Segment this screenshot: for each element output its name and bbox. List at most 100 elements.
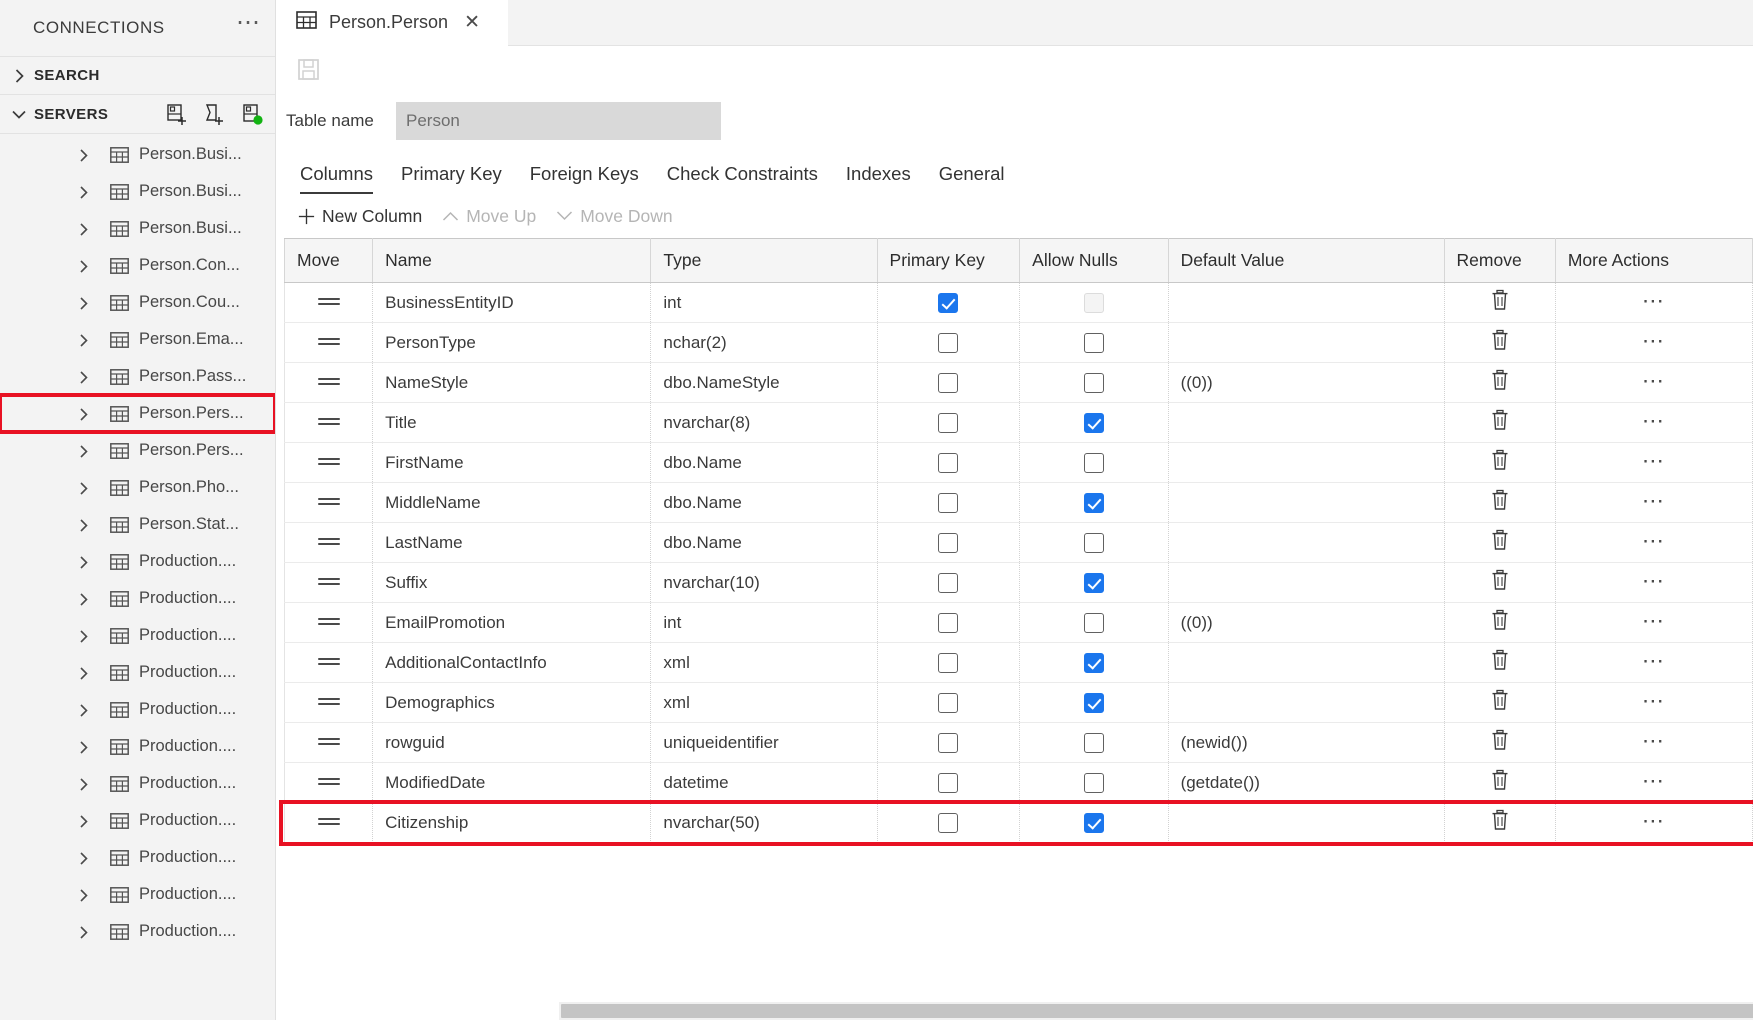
tab-columns[interactable]: Columns xyxy=(286,163,387,194)
tree-item-9[interactable]: Person.Pho... xyxy=(0,469,275,506)
cell-more-actions[interactable]: ⋯ xyxy=(1555,363,1752,403)
cell-type[interactable]: nchar(2) xyxy=(651,323,877,363)
cell-remove[interactable] xyxy=(1444,603,1555,643)
more-horizontal-icon[interactable]: ⋯ xyxy=(1642,337,1666,353)
trash-icon[interactable] xyxy=(1490,369,1510,396)
new-column-button[interactable]: New Column xyxy=(298,206,422,227)
cell-move[interactable] xyxy=(285,483,373,523)
tree-item-8[interactable]: Person.Pers... xyxy=(0,432,275,469)
allow-nulls-checkbox[interactable] xyxy=(1084,733,1104,753)
cell-default-value[interactable] xyxy=(1168,483,1444,523)
cell-type[interactable]: dbo.Name xyxy=(651,483,877,523)
cell-more-actions[interactable]: ⋯ xyxy=(1555,763,1752,803)
trash-icon[interactable] xyxy=(1490,569,1510,596)
cell-remove[interactable] xyxy=(1444,323,1555,363)
tree-item-3[interactable]: Person.Con... xyxy=(0,247,275,284)
cell-primary-key[interactable] xyxy=(877,523,1020,563)
cell-primary-key[interactable] xyxy=(877,443,1020,483)
allow-nulls-checkbox[interactable] xyxy=(1084,333,1104,353)
table-row[interactable]: Citizenshipnvarchar(50)⋯ xyxy=(285,803,1753,843)
drag-handle-icon[interactable] xyxy=(318,695,340,708)
cell-remove[interactable] xyxy=(1444,563,1555,603)
cell-type[interactable]: int xyxy=(651,283,877,323)
primary-key-checkbox[interactable] xyxy=(938,413,958,433)
cell-type[interactable]: datetime xyxy=(651,763,877,803)
tree-item-13[interactable]: Production.... xyxy=(0,617,275,654)
tree-item-5[interactable]: Person.Ema... xyxy=(0,321,275,358)
cell-default-value[interactable] xyxy=(1168,523,1444,563)
chevron-right-icon[interactable] xyxy=(78,185,92,199)
trash-icon[interactable] xyxy=(1490,809,1510,836)
drag-handle-icon[interactable] xyxy=(318,615,340,628)
table-name-input[interactable] xyxy=(396,102,721,140)
trash-icon[interactable] xyxy=(1490,409,1510,436)
cell-allow-nulls[interactable] xyxy=(1020,443,1168,483)
cell-allow-nulls[interactable] xyxy=(1020,363,1168,403)
cell-name[interactable]: Demographics xyxy=(373,683,651,723)
chevron-right-icon[interactable] xyxy=(78,629,92,643)
primary-key-checkbox[interactable] xyxy=(938,653,958,673)
more-horizontal-icon[interactable]: ⋯ xyxy=(236,18,261,38)
chevron-right-icon[interactable] xyxy=(78,259,92,273)
cell-type[interactable]: nvarchar(10) xyxy=(651,563,877,603)
cell-name[interactable]: NameStyle xyxy=(373,363,651,403)
chevron-right-icon[interactable] xyxy=(78,851,92,865)
cell-default-value[interactable] xyxy=(1168,563,1444,603)
tree-item-17[interactable]: Production.... xyxy=(0,765,275,802)
cell-move[interactable] xyxy=(285,443,373,483)
allow-nulls-checkbox[interactable] xyxy=(1084,533,1104,553)
tree-item-20[interactable]: Production.... xyxy=(0,876,275,913)
tree-item-19[interactable]: Production.... xyxy=(0,839,275,876)
allow-nulls-checkbox[interactable] xyxy=(1084,813,1104,833)
chevron-right-icon[interactable] xyxy=(78,555,92,569)
cell-name[interactable]: EmailPromotion xyxy=(373,603,651,643)
tab-general[interactable]: General xyxy=(925,163,1019,194)
table-row[interactable]: AdditionalContactInfoxml⋯ xyxy=(285,643,1753,683)
chevron-right-icon[interactable] xyxy=(78,518,92,532)
drag-handle-icon[interactable] xyxy=(318,415,340,428)
cell-move[interactable] xyxy=(285,683,373,723)
cell-more-actions[interactable]: ⋯ xyxy=(1555,323,1752,363)
cell-move[interactable] xyxy=(285,803,373,843)
tree-item-2[interactable]: Person.Busi... xyxy=(0,210,275,247)
cell-name[interactable]: rowguid xyxy=(373,723,651,763)
cell-name[interactable]: BusinessEntityID xyxy=(373,283,651,323)
tab-person-person[interactable]: Person.Person ✕ xyxy=(276,0,508,46)
tree-item-7[interactable]: Person.Pers... xyxy=(0,395,275,432)
cell-more-actions[interactable]: ⋯ xyxy=(1555,563,1752,603)
table-row[interactable]: LastNamedbo.Name⋯ xyxy=(285,523,1753,563)
cell-allow-nulls[interactable] xyxy=(1020,323,1168,363)
cell-allow-nulls[interactable] xyxy=(1020,643,1168,683)
cell-name[interactable]: AdditionalContactInfo xyxy=(373,643,651,683)
chevron-right-icon[interactable] xyxy=(78,444,92,458)
cell-name[interactable]: ModifiedDate xyxy=(373,763,651,803)
cell-type[interactable]: dbo.Name xyxy=(651,523,877,563)
cell-more-actions[interactable]: ⋯ xyxy=(1555,603,1752,643)
cell-allow-nulls[interactable] xyxy=(1020,763,1168,803)
cell-default-value[interactable] xyxy=(1168,283,1444,323)
trash-icon[interactable] xyxy=(1490,689,1510,716)
table-row[interactable]: rowguiduniqueidentifier(newid())⋯ xyxy=(285,723,1753,763)
cell-default-value[interactable] xyxy=(1168,683,1444,723)
cell-move[interactable] xyxy=(285,563,373,603)
chevron-right-icon[interactable] xyxy=(78,740,92,754)
more-horizontal-icon[interactable]: ⋯ xyxy=(1642,537,1666,553)
cell-primary-key[interactable] xyxy=(877,403,1020,443)
tab-primary-key[interactable]: Primary Key xyxy=(387,163,516,194)
primary-key-checkbox[interactable] xyxy=(938,693,958,713)
cell-move[interactable] xyxy=(285,723,373,763)
primary-key-checkbox[interactable] xyxy=(938,293,958,313)
allow-nulls-checkbox[interactable] xyxy=(1084,373,1104,393)
tree-item-1[interactable]: Person.Busi... xyxy=(0,173,275,210)
primary-key-checkbox[interactable] xyxy=(938,573,958,593)
tab-check-constraints[interactable]: Check Constraints xyxy=(653,163,832,194)
allow-nulls-checkbox[interactable] xyxy=(1084,653,1104,673)
cell-name[interactable]: FirstName xyxy=(373,443,651,483)
trash-icon[interactable] xyxy=(1490,329,1510,356)
table-row[interactable]: ModifiedDatedatetime(getdate())⋯ xyxy=(285,763,1753,803)
tree-item-11[interactable]: Production.... xyxy=(0,543,275,580)
sidebar-section-servers[interactable]: SERVERS xyxy=(0,94,275,134)
cell-remove[interactable] xyxy=(1444,443,1555,483)
drag-handle-icon[interactable] xyxy=(318,655,340,668)
primary-key-checkbox[interactable] xyxy=(938,493,958,513)
